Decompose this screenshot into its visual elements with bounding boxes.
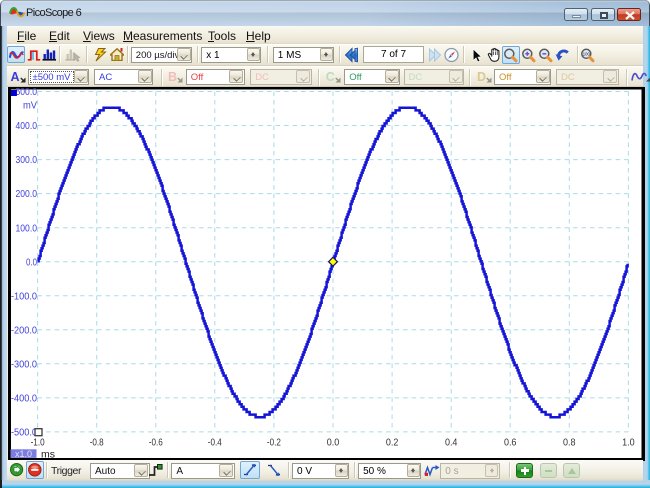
svg-text:-300.0: -300.0: [11, 359, 37, 370]
svg-text:0.0: 0.0: [26, 257, 37, 268]
svg-text:0.2: 0.2: [385, 437, 398, 448]
svg-text:500.0: 500.0: [15, 87, 37, 98]
svg-text:-0.2: -0.2: [266, 437, 280, 448]
svg-text:0.8: 0.8: [563, 437, 576, 448]
svg-text:200.0: 200.0: [15, 189, 37, 200]
svg-text:300.0: 300.0: [15, 155, 37, 166]
svg-text:-1.0: -1.0: [30, 437, 44, 448]
svg-text:0.0: 0.0: [326, 437, 339, 448]
svg-text:-400.0: -400.0: [11, 393, 37, 404]
svg-text:-200.0: -200.0: [11, 325, 37, 336]
svg-text:mV: mV: [23, 100, 37, 111]
svg-text:0.6: 0.6: [503, 437, 516, 448]
svg-text:400.0: 400.0: [15, 121, 37, 132]
svg-text:-0.6: -0.6: [148, 437, 162, 448]
svg-text:-0.8: -0.8: [89, 437, 103, 448]
svg-text:x1.0: x1.0: [14, 448, 31, 458]
svg-text:ms: ms: [41, 448, 55, 460]
svg-text:-0.4: -0.4: [207, 437, 221, 448]
svg-text:1.0: 1.0: [622, 437, 635, 448]
svg-text:0.4: 0.4: [444, 437, 457, 448]
svg-text:100.0: 100.0: [15, 223, 37, 234]
svg-text:-100.0: -100.0: [11, 291, 37, 302]
svg-text:100: 100: [582, 51, 589, 56]
